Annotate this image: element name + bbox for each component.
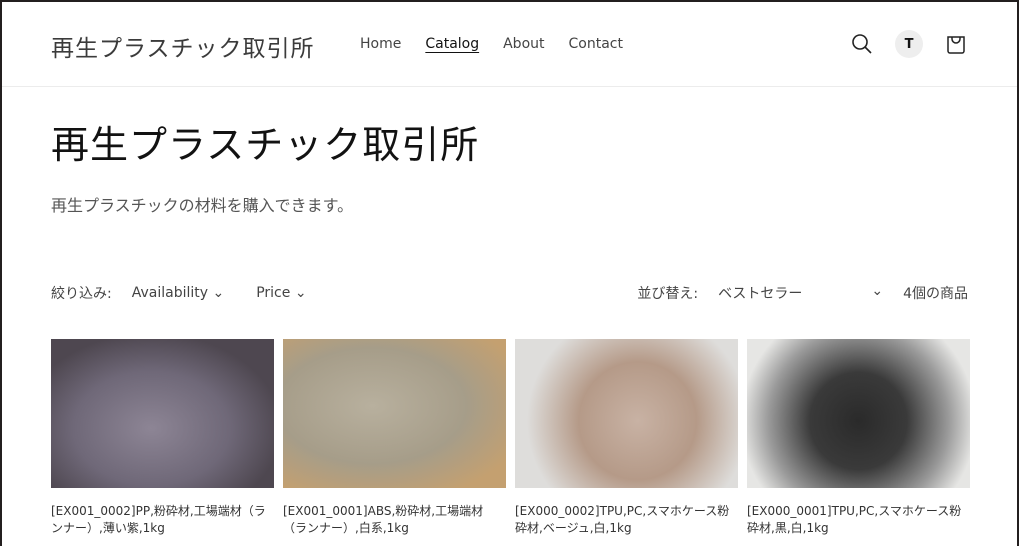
main-nav: Home Catalog About Contact [360,36,623,52]
nav-about[interactable]: About [503,36,544,52]
page: 再生プラスチック取引所 Home Catalog About Contact T… [2,2,1017,546]
search-icon[interactable] [851,33,873,55]
price-filter[interactable]: Price [256,285,306,301]
product-image[interactable] [283,339,506,488]
sort-label: 並び替え: [637,286,699,302]
nav-home[interactable]: Home [360,36,401,52]
product-card[interactable]: [EX000_0002]TPU,PC,スマホケース粉砕材,ベージュ,白,1kg [515,339,738,537]
product-title[interactable]: [EX000_0002]TPU,PC,スマホケース粉砕材,ベージュ,白,1kg [515,503,738,537]
product-count: 4個の商品 [903,286,968,302]
sort-select[interactable]: ベストセラー ⌄ [718,283,883,303]
page-title: 再生プラスチック取引所 [51,123,480,167]
product-title[interactable]: [EX000_0001]TPU,PC,スマホケース粉砕材,黒,白,1kg [747,503,970,537]
nav-contact[interactable]: Contact [569,36,623,52]
site-header: 再生プラスチック取引所 Home Catalog About Contact T [2,2,1017,87]
sort-value: ベストセラー [718,286,803,302]
cart-icon[interactable] [945,33,967,55]
product-card[interactable]: [EX001_0002]PP,粉砕材,工場端材（ランナー）,薄い紫,1kg [51,339,274,537]
product-grid: [EX001_0002]PP,粉砕材,工場端材（ランナー）,薄い紫,1kg [E… [51,339,970,537]
product-image[interactable] [747,339,970,488]
header-icons: T [851,30,967,58]
chevron-down-icon: ⌄ [871,283,884,299]
page-description: 再生プラスチックの材料を購入できます。 [51,196,354,215]
filter-bar: 絞り込み: Availability Price 並び替え: ベストセラー ⌄ 4… [51,283,968,303]
account-avatar[interactable]: T [895,30,923,58]
filter-label: 絞り込み: [51,286,112,302]
site-logo[interactable]: 再生プラスチック取引所 [51,29,315,63]
product-card[interactable]: [EX001_0001]ABS,粉砕材,工場端材（ランナー）,白系,1kg [283,339,506,537]
product-card[interactable]: [EX000_0001]TPU,PC,スマホケース粉砕材,黒,白,1kg [747,339,970,537]
availability-filter[interactable]: Availability [132,285,225,301]
product-title[interactable]: [EX001_0002]PP,粉砕材,工場端材（ランナー）,薄い紫,1kg [51,503,274,537]
product-image[interactable] [51,339,274,488]
nav-catalog[interactable]: Catalog [425,36,479,52]
product-image[interactable] [515,339,738,488]
product-title[interactable]: [EX001_0001]ABS,粉砕材,工場端材（ランナー）,白系,1kg [283,503,506,537]
